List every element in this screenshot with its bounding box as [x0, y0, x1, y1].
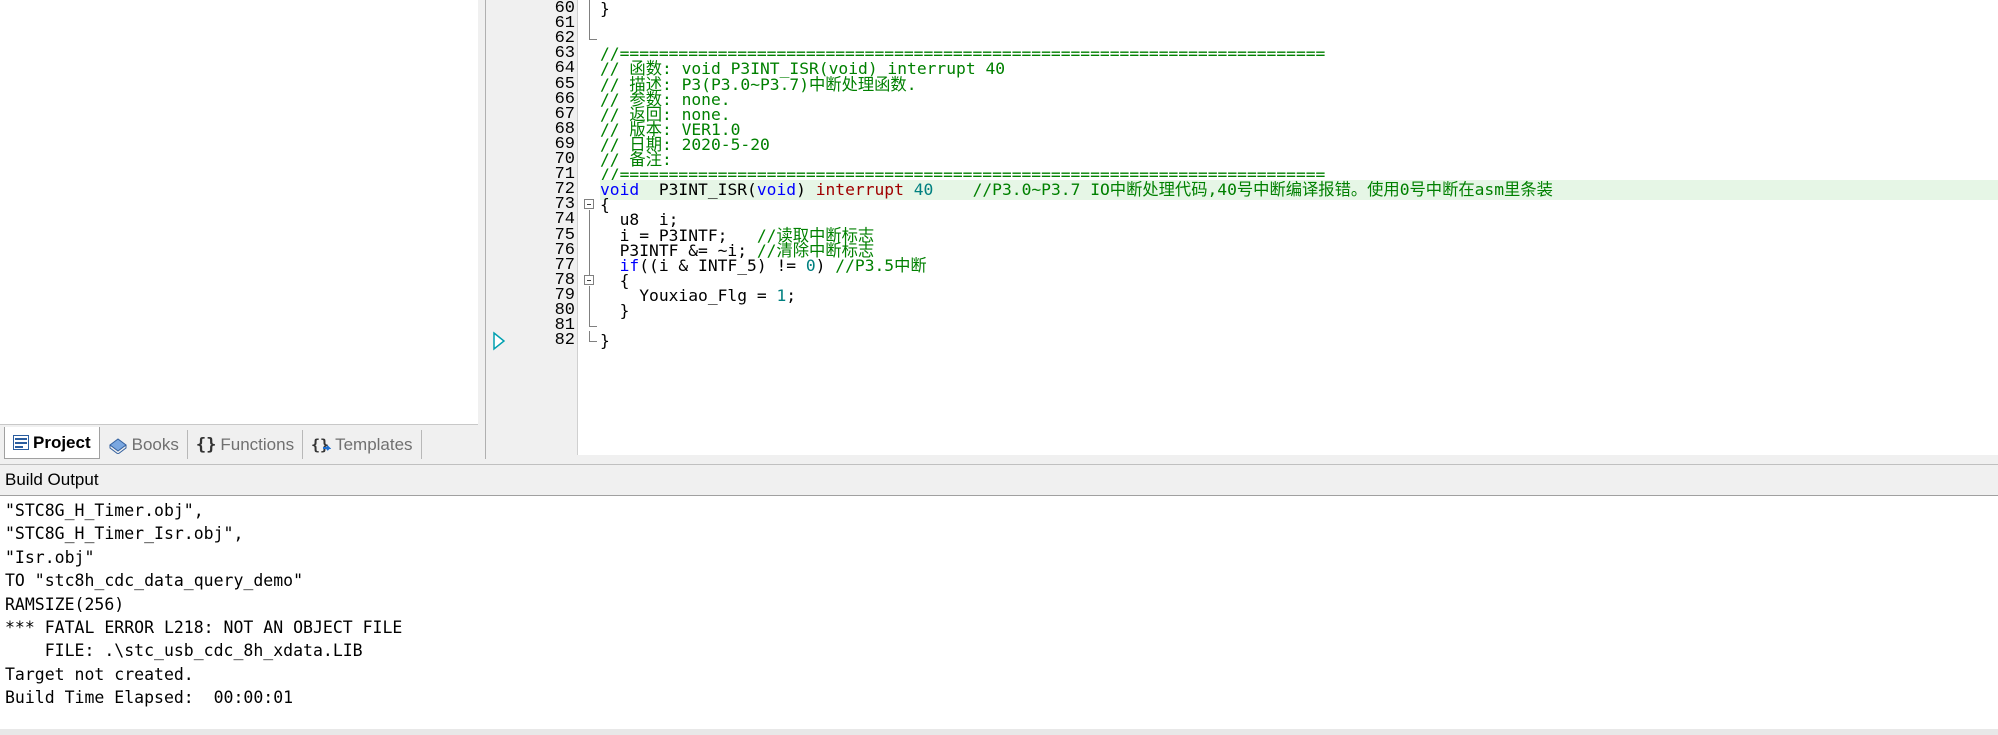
code-editor[interactable]: 60} 61 62 63//=============================…: [487, 0, 1998, 455]
tab-templates[interactable]: {} Templates: [303, 430, 422, 459]
tab-project[interactable]: Project: [4, 427, 100, 459]
build-output-panel[interactable]: "STC8G_H_Timer.obj", "STC8G_H_Timer_Isr.o…: [0, 495, 1998, 735]
build-output-line: "STC8G_H_Timer_Isr.obj",: [5, 524, 244, 544]
line-number: 82: [554, 331, 575, 351]
build-output-line: Target not created.: [5, 664, 194, 684]
build-output-header: Build Output: [0, 464, 1998, 495]
tab-functions-label: Functions: [220, 434, 295, 454]
build-output-line: "STC8G_H_Timer.obj",: [5, 501, 204, 520]
build-output-line: Build Time Elapsed: 00:00:01: [5, 688, 294, 708]
build-output-line: FILE: .\stc_usb_cdc_8h_xdata.LIB: [5, 641, 363, 661]
build-output-line: *** FATAL ERROR L218: NOT AN OBJECT FILE: [5, 617, 403, 637]
tab-books-label: Books: [131, 434, 179, 454]
project-icon: [13, 435, 29, 450]
vertical-splitter[interactable]: [478, 0, 486, 459]
project-tab-bar: Project Books {} Functions {} Templates: [0, 424, 478, 459]
templates-icon: {}: [311, 436, 332, 454]
tab-books[interactable]: Books: [100, 430, 188, 459]
build-output-line: RAMSIZE(256): [5, 594, 125, 614]
svg-text:{}: {}: [311, 436, 329, 454]
project-panel: [0, 0, 479, 459]
functions-icon: {}: [195, 434, 217, 455]
build-output-line: TO "stc8h_cdc_data_query_demo": [5, 571, 304, 591]
code-text: }: [600, 331, 610, 351]
build-output-line: "Isr.obj": [5, 547, 95, 567]
code-line[interactable]: 82}: [487, 331, 1998, 351]
fold-guide: [584, 331, 597, 351]
tab-project-label: Project: [33, 432, 91, 452]
tab-templates-label: Templates: [335, 434, 413, 454]
status-strip: [0, 729, 1998, 735]
tab-functions[interactable]: {} Functions: [188, 430, 304, 459]
books-icon: [108, 436, 128, 454]
